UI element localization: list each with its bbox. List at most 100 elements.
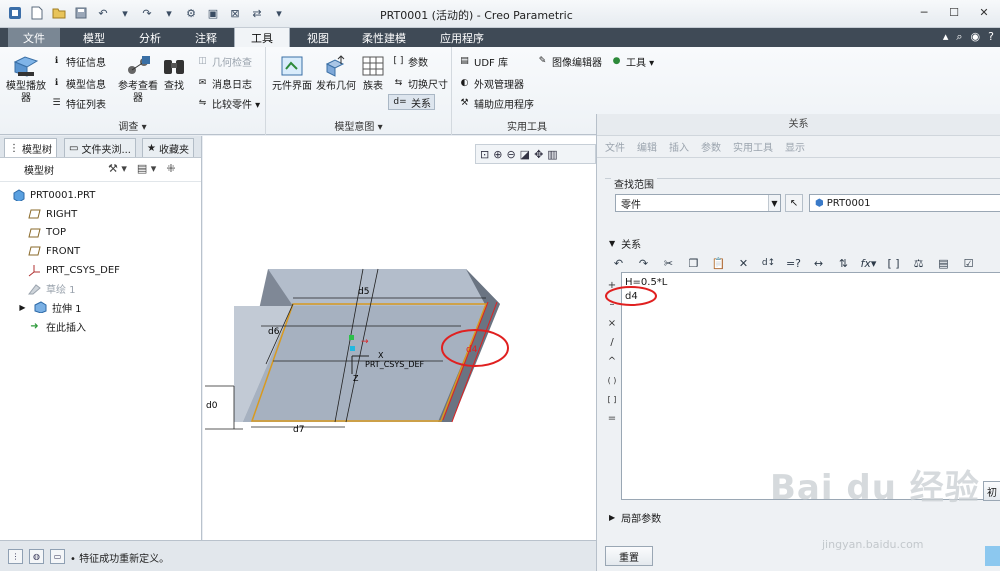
udf-library-button[interactable]: ▤ UDF 库 — [458, 53, 508, 69]
tab-tools[interactable]: 工具 — [234, 28, 290, 47]
relation-line-1[interactable]: H=0.5*L — [625, 276, 997, 290]
navigator-toggle-icon[interactable]: ⋮ — [8, 549, 23, 564]
tree-item-front[interactable]: FRONT — [0, 242, 201, 261]
tab-favorites[interactable]: ★ 收藏夹 — [142, 138, 194, 157]
feature-list-button[interactable]: ☰ 特征列表 — [50, 95, 106, 111]
operator-multiply[interactable]: × — [607, 316, 617, 330]
feature-info-button[interactable]: ℹ 特征信息 — [50, 53, 106, 69]
regenerate-icon[interactable]: ⚙ — [182, 4, 200, 22]
undo-icon[interactable]: ↶ — [609, 254, 628, 273]
menu-edit[interactable]: 编辑 — [637, 139, 657, 154]
operator-parentheses[interactable]: ( ) — [607, 373, 617, 387]
help-icon[interactable]: ? — [988, 30, 994, 44]
verify-icon[interactable]: ☑ — [959, 254, 978, 273]
dim-label-d5[interactable]: d5 — [358, 287, 369, 297]
windows-icon[interactable]: ▣ — [204, 4, 222, 22]
dim-label-d0[interactable]: d0 — [206, 401, 218, 411]
redo-icon[interactable]: ↷ — [138, 4, 156, 22]
dim-label-d6[interactable]: d6 — [268, 327, 280, 337]
tab-annotate[interactable]: 注释 — [178, 28, 234, 47]
tree-item-csys[interactable]: PRT_CSYS_DEF — [0, 261, 201, 280]
dim-label-d7[interactable]: d7 — [293, 425, 304, 435]
new-file-icon[interactable] — [28, 4, 46, 22]
full-screen-icon[interactable]: ▭ — [50, 549, 65, 564]
compare-part-button[interactable]: ⇋ 比较零件 ▾ — [196, 95, 260, 111]
close-window-icon[interactable]: ⊠ — [226, 4, 244, 22]
menu-file[interactable]: 文件 — [605, 139, 625, 154]
parameters-button[interactable]: [ ] 参数 — [392, 53, 428, 69]
evaluate-icon[interactable]: =? — [784, 254, 803, 273]
relations-button[interactable]: d= 关系 — [388, 94, 435, 110]
model-player-button[interactable]: 模型播放器 — [4, 53, 48, 105]
undo-icon[interactable]: ↶ — [94, 4, 112, 22]
browser-toggle-icon[interactable]: ◍ — [29, 549, 44, 564]
minimize-icon[interactable]: ─ — [916, 4, 932, 20]
redo-icon[interactable]: ↷ — [634, 254, 653, 273]
relations-section-header[interactable]: ▼ 关系 — [609, 236, 641, 251]
show-columns-icon[interactable]: ▤ ▾ — [137, 162, 156, 175]
graphics-window[interactable]: ⊡ ⊕ ⊖ ◪ ✥ ▥ → d5 d6 d4 d0 d7 PRT_CSYS_DE… — [203, 136, 596, 540]
family-table-button[interactable]: 族表 — [356, 53, 390, 93]
open-folder-icon[interactable] — [50, 4, 68, 22]
tree-item-part[interactable]: PRT0001.PRT — [0, 186, 201, 205]
customize-qat-icon[interactable]: ▾ — [270, 4, 288, 22]
publish-geometry-button[interactable]: 发布几何 — [314, 53, 358, 93]
menu-insert[interactable]: 插入 — [669, 139, 689, 154]
select-arrow-cursor-icon[interactable]: ↖ — [785, 194, 803, 212]
operator-equals[interactable]: = — [607, 411, 617, 425]
tab-model-tree[interactable]: ⋮ 模型树 — [4, 138, 57, 157]
community-icon[interactable]: ◉ — [971, 30, 981, 44]
message-log-button[interactable]: ✉ 消息日志 — [196, 75, 252, 91]
tab-flexible-modeling[interactable]: 柔性建模 — [346, 28, 422, 47]
tree-item-top[interactable]: TOP — [0, 223, 201, 242]
tree-item-right[interactable]: RIGHT — [0, 205, 201, 224]
relation-line-2[interactable]: d4 — [625, 290, 997, 304]
insert-dimension-icon[interactable]: ↔ — [809, 254, 828, 273]
appearance-manager-button[interactable]: ◐ 外观管理器 — [458, 75, 524, 91]
initial-button[interactable]: 初 — [983, 481, 1000, 501]
geometry-check-button[interactable]: ◫ 几何检查 — [196, 53, 252, 69]
show-parameters-icon[interactable]: ▤ — [934, 254, 953, 273]
local-params-section-header[interactable]: ▶ 局部参数 — [609, 510, 661, 525]
settings-hammer-icon[interactable]: ⚒ ▾ — [108, 162, 127, 175]
menu-utilities[interactable]: 实用工具 — [733, 139, 773, 154]
reset-button[interactable]: 重置 — [605, 546, 653, 566]
tree-item-sketch[interactable]: 草绘 1 — [0, 279, 201, 298]
tab-applications[interactable]: 应用程序 — [424, 28, 500, 47]
insert-function-icon[interactable]: fx▾ — [859, 254, 878, 273]
close-icon[interactable]: ✕ — [976, 4, 992, 20]
find-button[interactable]: 查找 — [156, 53, 192, 93]
copy-icon[interactable]: ❐ — [684, 254, 703, 273]
tools-button[interactable]: ● 工具 ▾ — [610, 53, 655, 69]
tab-view[interactable]: 视图 — [290, 28, 346, 47]
app-menu-icon[interactable] — [6, 4, 24, 22]
filter-icon[interactable]: ⁜ — [166, 162, 175, 175]
maximize-icon[interactable]: ☐ — [946, 4, 962, 20]
undo-dropdown-icon[interactable]: ▾ — [116, 4, 134, 22]
dim-label-d4[interactable]: d4 — [466, 345, 478, 355]
paste-icon[interactable]: 📋 — [709, 254, 728, 273]
tab-folder-browser[interactable]: ▭ 文件夹浏... — [64, 138, 136, 157]
operator-divide[interactable]: / — [607, 335, 617, 349]
insert-parameter-icon[interactable]: [ ] — [884, 254, 903, 273]
scope-select[interactable]: 零件 ▼ — [615, 194, 781, 212]
tab-model[interactable]: 模型 — [66, 28, 122, 47]
group-label-investigate[interactable]: 调查 ▾ — [0, 118, 265, 133]
toggle-dim-values-icon[interactable]: d↕ — [759, 254, 778, 273]
sort-relations-icon[interactable]: ⇅ — [834, 254, 853, 273]
image-editor-button[interactable]: ✎ 图像编辑器 — [536, 53, 602, 69]
expand-arrow-icon[interactable]: ▶ — [16, 301, 29, 313]
operator-power[interactable]: ^ — [607, 354, 617, 368]
reference-viewer-button[interactable]: 参考查看器 — [116, 53, 160, 105]
menu-parameters[interactable]: 参数 — [701, 139, 721, 154]
component-interface-button[interactable]: 元件界面 — [270, 53, 314, 93]
object-field[interactable]: ⬢ PRT0001 — [809, 194, 1000, 212]
model-info-button[interactable]: ℹ 模型信息 — [50, 75, 106, 91]
tab-analysis[interactable]: 分析 — [122, 28, 178, 47]
cut-icon[interactable]: ✂ — [659, 254, 678, 273]
delete-icon[interactable]: ✕ — [734, 254, 753, 273]
switch-dimensions-button[interactable]: ⇆ 切换尺寸 — [392, 75, 448, 91]
tree-item-insert-here[interactable]: ➜ 在此插入 — [0, 317, 201, 336]
menu-show[interactable]: 显示 — [785, 139, 805, 154]
redo-dropdown-icon[interactable]: ▾ — [160, 4, 178, 22]
